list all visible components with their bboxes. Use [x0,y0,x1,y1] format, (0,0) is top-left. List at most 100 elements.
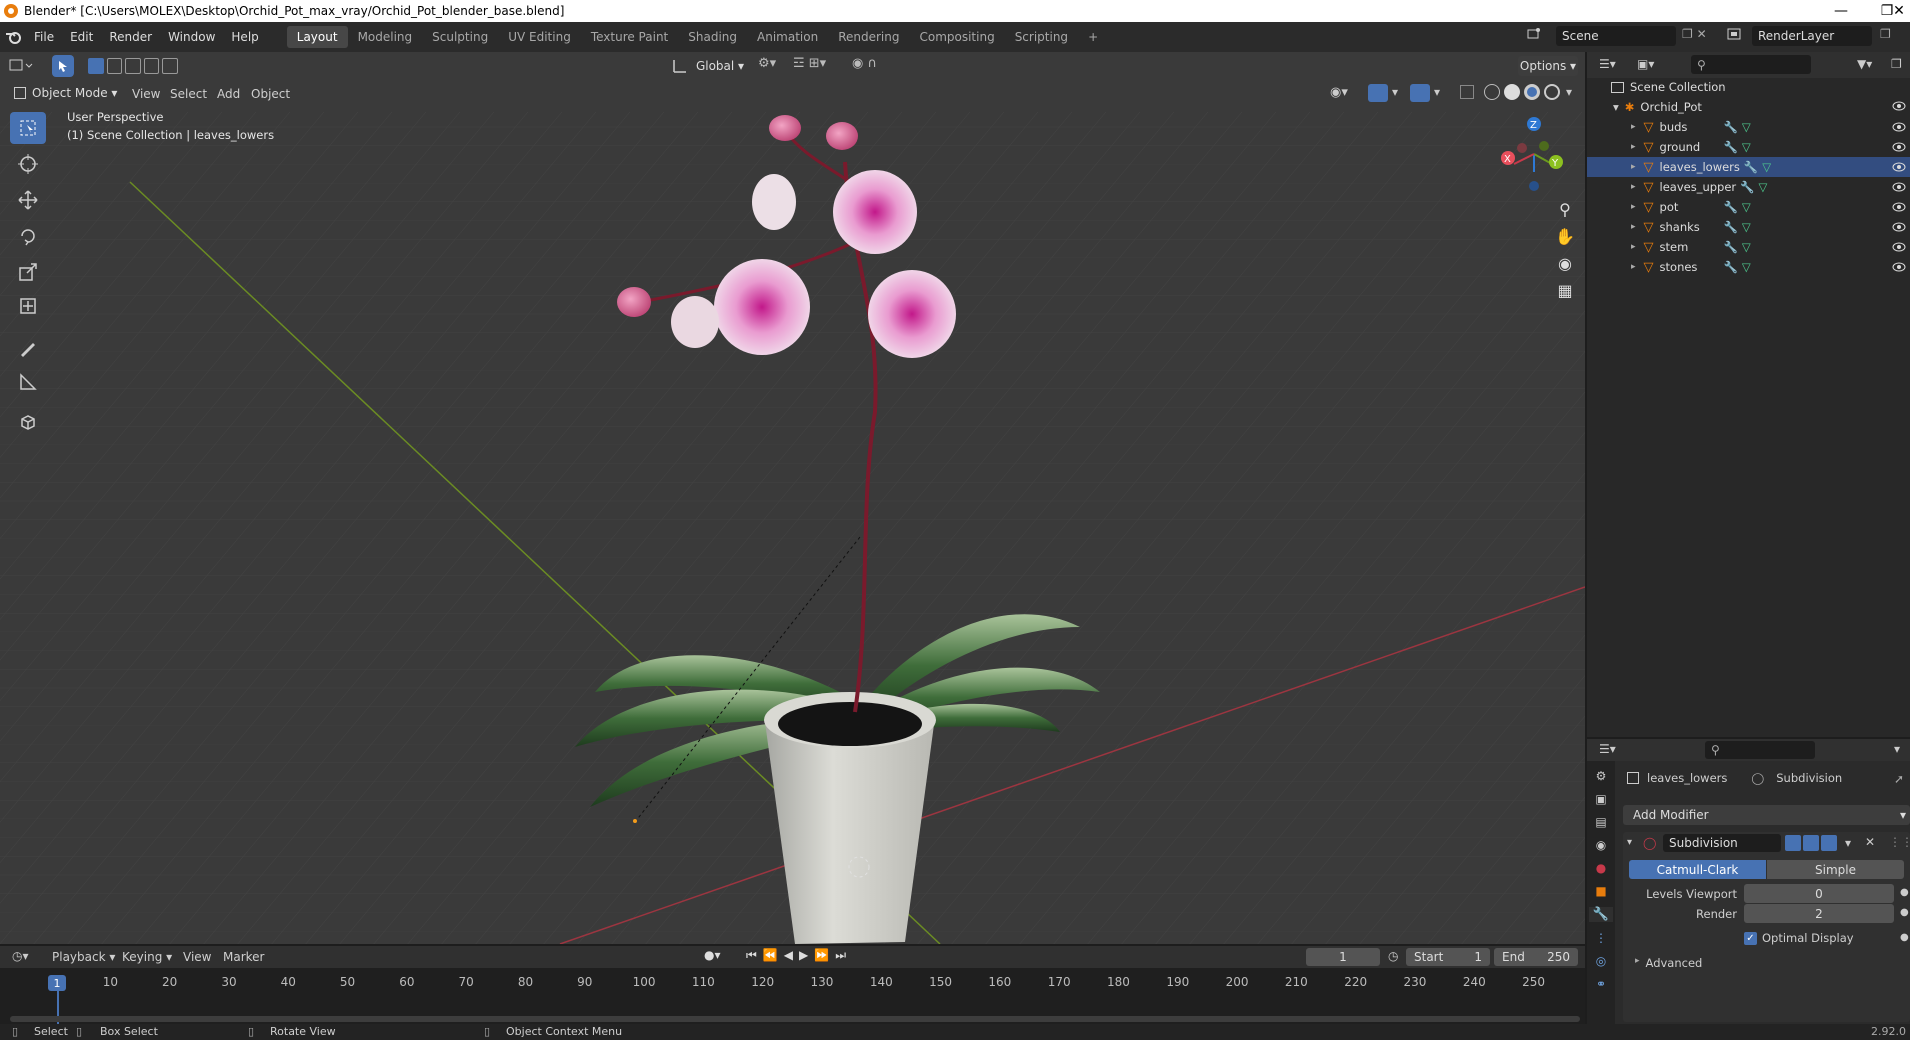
tab-sculpting[interactable]: Sculpting [422,26,498,48]
transform-tool-icon[interactable] [10,290,46,322]
outliner-item-stem[interactable]: ▸ ▽ stem 🔧 ▽ [1587,237,1910,257]
pin-icon[interactable]: ➚ [1894,772,1904,786]
gizmo-toggle-icon[interactable] [1368,84,1388,102]
physics-tab-icon[interactable]: ◎ [1596,954,1606,968]
chevron-right-icon[interactable]: ▸ [1631,202,1636,212]
filter-icon[interactable]: ▼▾ [1857,57,1872,71]
prev-keyframe-icon[interactable]: ⏪ [763,948,778,963]
move-tool-icon[interactable] [10,184,46,216]
mesh-data-icon[interactable]: ▽ [1759,180,1768,194]
chevron-right-icon[interactable]: ▸ [1631,242,1636,252]
outliner-item-stones[interactable]: ▸ ▽ stones 🔧 ▽ [1587,257,1910,277]
drag-handle-icon[interactable]: ⋮⋮ [1889,835,1910,849]
proportional-edit-icon[interactable]: ◉ ∩ [852,56,877,71]
scene-field[interactable]: Scene [1556,26,1676,46]
mesh-data-icon[interactable]: ▽ [1742,140,1751,154]
timeline-track[interactable]: 10 20 30 40 50 60 70 80 90 100 110 120 130 140 150 160 1… [0,968,1585,1024]
modifier-wrench-icon[interactable]: 🔧 [1744,160,1758,174]
jump-end-icon[interactable]: ⏭ [835,948,846,963]
modifier-wrench-icon[interactable]: 🔧 [1740,180,1754,194]
menu-edit[interactable]: Edit [62,30,101,44]
collapse-arrow-icon[interactable]: ▾ [1627,837,1632,848]
mesh-data-icon[interactable]: ▽ [1742,260,1751,274]
selection-mode-buttons[interactable] [88,58,178,74]
annotate-tool-icon[interactable] [10,332,46,364]
zoom-icon[interactable]: ⚲ [1559,200,1571,219]
shading-dropdown-icon[interactable]: ▾ [1566,85,1572,99]
tab-scripting[interactable]: Scripting [1005,26,1078,48]
modifier-wrench-icon[interactable]: 🔧 [1724,120,1738,134]
outliner-item-leaves-lowers[interactable]: ▸ ▽ leaves_lowers 🔧 ▽ [1587,157,1910,177]
measure-tool-icon[interactable] [10,366,46,398]
tab-layout[interactable]: Layout [286,26,348,48]
mesh-data-icon[interactable]: ▽ [1742,240,1751,254]
keyframe-dot-icon[interactable]: ● [1900,887,1909,898]
tab-texture-paint[interactable]: Texture Paint [581,26,678,48]
outliner-item-leaves-upper[interactable]: ▸ ▽ leaves_upper 🔧 ▽ [1587,177,1910,197]
remove-modifier-icon[interactable]: ✕ [1865,835,1875,849]
modifier-wrench-icon[interactable]: 🔧 [1724,260,1738,274]
pan-hand-icon[interactable]: ✋ [1555,227,1575,246]
tab-compositing[interactable]: Compositing [909,26,1004,48]
modifier-wrench-icon[interactable]: 🔧 [1724,220,1738,234]
eye-icon[interactable] [1892,142,1906,152]
mesh-data-icon[interactable]: ▽ [1742,220,1751,234]
timeline-scrollbar[interactable] [10,1016,1580,1022]
start-frame-field[interactable]: Start 1 [1406,948,1490,966]
play-icon[interactable]: ▶ [799,948,808,963]
tab-rendering[interactable]: Rendering [828,26,909,48]
select-tool-icon[interactable] [52,55,74,77]
transform-orientation-dropdown[interactable]: Global ▾ [690,56,750,76]
close-icon[interactable]: ✕ [1888,0,1910,22]
overlay-toggle-icon[interactable] [1410,84,1430,102]
chevron-right-icon[interactable]: ▸ [1631,182,1636,192]
rendered-shading-icon[interactable] [1544,84,1560,100]
eye-icon[interactable] [1892,242,1906,252]
keyframe-dot-icon[interactable]: ● [1900,932,1909,943]
scale-tool-icon[interactable] [10,256,46,288]
minimize-icon[interactable]: — [1818,0,1864,22]
render-toggle-icon[interactable] [1821,835,1837,851]
timeline-menu-marker[interactable]: Marker [223,950,264,964]
timeline-menu-keying[interactable]: Keying ▾ [122,950,172,964]
editor-type-icon[interactable] [8,56,34,76]
select-box-tool-icon[interactable] [10,112,46,144]
menu-file[interactable]: File [26,30,62,44]
mesh-data-icon[interactable]: ▽ [1762,160,1771,174]
jump-start-icon[interactable]: ⏮ [746,948,757,963]
tab-animation[interactable]: Animation [747,26,828,48]
intersect-selection-icon[interactable] [162,58,178,74]
eye-icon[interactable] [1892,262,1906,272]
modifier-wrench-icon[interactable]: 🔧 [1724,140,1738,154]
timeline-editor-icon[interactable]: ◷▾ [12,949,29,963]
modifier-menu-icon[interactable]: ▾ [1845,836,1851,850]
material-shading-icon[interactable] [1524,84,1540,100]
chevron-right-icon[interactable]: ▸ [1631,222,1636,232]
world-tab-icon[interactable]: ● [1596,861,1606,875]
viewport-menu-select[interactable]: Select [170,87,207,101]
modifier-wrench-icon[interactable]: 🔧 [1724,200,1738,214]
rotate-tool-icon[interactable] [10,220,46,252]
levels-viewport-field[interactable]: 0 [1744,884,1894,903]
viewport-menu-view[interactable]: View [132,87,160,101]
3d-viewport[interactable]: Global ▾ ⚙▾ ☲ ⊞▾ ◉ ∩ Options ▾ Object Mo… [0,52,1585,944]
eye-icon[interactable] [1892,222,1906,232]
snap-icon[interactable]: ☲ ⊞▾ [793,56,826,71]
editmode-toggle-icon[interactable] [1785,835,1801,851]
particles-tab-icon[interactable]: ⋮ [1595,931,1607,945]
renderlayer-field[interactable]: RenderLayer [1752,26,1872,46]
outliner-item-pot[interactable]: ▸ ▽ pot 🔧 ▽ [1587,197,1910,217]
object-mode-dropdown[interactable]: Object Mode ▾ [10,83,118,103]
add-cube-tool-icon[interactable] [10,406,46,438]
properties-editor-icon[interactable]: ☰▾ [1599,742,1616,756]
current-frame-field[interactable]: 1 [1306,948,1380,966]
properties-options-icon[interactable]: ▾ [1894,742,1900,756]
expand-arrow-icon[interactable]: ▾ [1613,100,1619,114]
render-levels-field[interactable]: 2 [1744,904,1894,923]
catmull-clark-button[interactable]: Catmull-Clark [1629,860,1766,879]
play-reverse-icon[interactable]: ◀ [784,948,793,963]
eye-icon[interactable] [1892,101,1906,111]
extend-selection-icon[interactable] [106,58,123,74]
object-tab-icon[interactable]: ■ [1595,884,1606,898]
simple-button[interactable]: Simple [1767,860,1904,879]
